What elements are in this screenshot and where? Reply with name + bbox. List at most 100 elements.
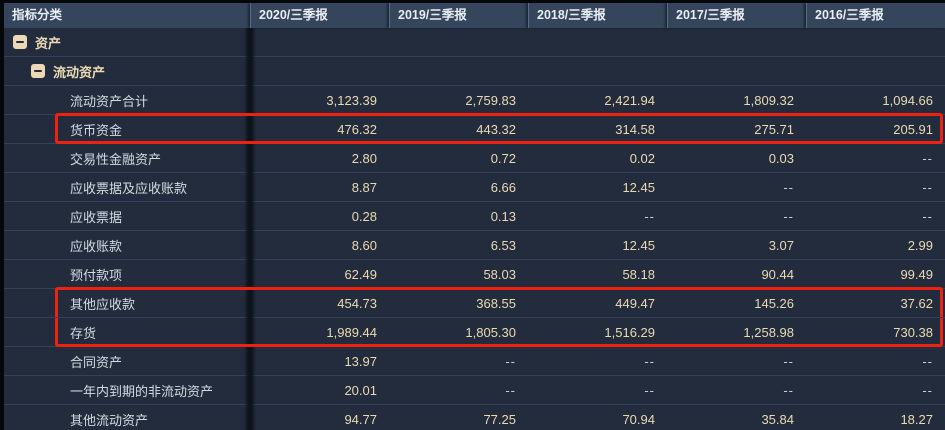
table-header-row: 指标分类 2020/三季报 2019/三季报 2018/三季报 2017/三季报… (4, 3, 945, 28)
cell-value: -- (806, 180, 945, 195)
cell-value: 18.27 (806, 412, 945, 427)
table-row[interactable]: 流动资产 (4, 57, 945, 86)
cell-value: 0.03 (667, 151, 806, 166)
cell-value: 2,421.94 (528, 93, 667, 108)
column-header-period-2017[interactable]: 2017/三季报 (667, 3, 806, 28)
collapse-minus-icon[interactable] (13, 35, 27, 49)
cell-value: 1,809.32 (667, 93, 806, 108)
cell-value: 314.58 (528, 122, 667, 137)
cell-value: 62.49 (250, 267, 389, 282)
cell-value: 3.07 (667, 238, 806, 253)
cell-value: 35.84 (667, 412, 806, 427)
cell-value: 94.77 (250, 412, 389, 427)
cell-value: -- (806, 209, 945, 224)
cell-value: -- (667, 180, 806, 195)
row-label: 应收票据 (70, 207, 122, 226)
column-header-indicator-category: 指标分类 (4, 3, 250, 28)
column-header-period-2018[interactable]: 2018/三季报 (528, 3, 667, 28)
table-row[interactable]: 资产 (4, 28, 945, 57)
cell-value: 0.13 (389, 209, 528, 224)
cell-value: -- (528, 209, 667, 224)
minus-glyph (16, 41, 24, 43)
cell-value: 443.32 (389, 122, 528, 137)
table-row[interactable]: 预付款项62.4958.0358.1890.4499.49 (4, 260, 945, 289)
table-row[interactable]: 其他应收款454.73368.55449.47145.2637.62 (4, 289, 945, 318)
column-header-period-2016[interactable]: 2016/三季报 (806, 3, 945, 28)
cell-value: 12.45 (528, 180, 667, 195)
cell-value: 12.45 (528, 238, 667, 253)
cell-value: 1,989.44 (250, 325, 389, 340)
row-label-cell: 交易性金融资产 (4, 149, 250, 168)
table-row[interactable]: 存货1,989.441,805.301,516.291,258.98730.38 (4, 318, 945, 347)
row-label-cell: 应收账款 (4, 236, 250, 255)
table-row[interactable]: 其他流动资产 94.7777.2570.9435.8418.27 (4, 405, 945, 430)
cell-value: -- (806, 383, 945, 398)
row-label-cell: 流动资产 (4, 62, 250, 81)
cell-value: 3,123.39 (250, 93, 389, 108)
cell-value: 70.94 (528, 412, 667, 427)
table-row[interactable]: 应收票据及应收账款8.876.6612.45---- (4, 173, 945, 202)
cell-value: 90.44 (667, 267, 806, 282)
cell-value: 730.38 (806, 325, 945, 340)
row-label-cell: 存货 (4, 323, 250, 342)
row-label: 资产 (35, 33, 61, 52)
row-label: 应收票据及应收账款 (70, 178, 187, 197)
cell-value: 1,258.98 (667, 325, 806, 340)
cell-value: 2,759.83 (389, 93, 528, 108)
cell-value: 0.02 (528, 151, 667, 166)
row-label: 货币资金 (70, 120, 122, 139)
row-label-cell: 一年内到期的非流动资产 (4, 381, 250, 400)
cell-value: 2.80 (250, 151, 389, 166)
row-label-cell: 应收票据及应收账款 (4, 178, 250, 197)
table-row[interactable]: 一年内到期的非流动资产20.01-------- (4, 376, 945, 405)
table-row[interactable]: 交易性金融资产2.800.720.020.03-- (4, 144, 945, 173)
cell-value: 13.97 (250, 354, 389, 369)
column-header-period-2020[interactable]: 2020/三季报 (250, 3, 389, 28)
row-label-cell: 流动资产合计 (4, 91, 250, 110)
row-label: 一年内到期的非流动资产 (70, 381, 213, 400)
cell-value: -- (806, 354, 945, 369)
column-header-period-2019[interactable]: 2019/三季报 (389, 3, 528, 28)
row-label-cell: 其他应收款 (4, 294, 250, 313)
cell-value: 449.47 (528, 296, 667, 311)
row-label-cell: 预付款项 (4, 265, 250, 284)
table-row[interactable]: 应收票据0.280.13------ (4, 202, 945, 231)
cell-value: 145.26 (667, 296, 806, 311)
table-row[interactable]: 应收账款8.606.5312.453.072.99 (4, 231, 945, 260)
row-label: 其他应收款 (70, 294, 135, 313)
cell-value: -- (667, 383, 806, 398)
balance-sheet-grid: 指标分类 2020/三季报 2019/三季报 2018/三季报 2017/三季报… (4, 3, 945, 430)
cell-value: 476.32 (250, 122, 389, 137)
cell-value: 1,094.66 (806, 93, 945, 108)
cell-value: 77.25 (389, 412, 528, 427)
row-label-cell: 合同资产 (4, 352, 250, 371)
row-label: 其他流动资产 (70, 410, 148, 429)
cell-value: 0.28 (250, 209, 389, 224)
row-label-cell: 货币资金 (4, 120, 250, 139)
cell-value: 454.73 (250, 296, 389, 311)
cell-value: 1,805.30 (389, 325, 528, 340)
table-row[interactable]: 合同资产13.97-------- (4, 347, 945, 376)
cell-value: -- (528, 354, 667, 369)
row-label-cell: 应收票据 (4, 207, 250, 226)
table-body: 资产流动资产流动资产合计3,123.392,759.832,421.941,80… (4, 28, 945, 430)
collapse-minus-icon[interactable] (31, 64, 45, 78)
row-label: 应收账款 (70, 236, 122, 255)
cell-value: -- (667, 354, 806, 369)
cell-value: 99.49 (806, 267, 945, 282)
cell-value: -- (667, 209, 806, 224)
cell-value: -- (528, 383, 667, 398)
table-row[interactable]: 货币资金476.32443.32314.58275.71205.91 (4, 115, 945, 144)
minus-glyph (34, 70, 42, 72)
cell-value: 58.18 (528, 267, 667, 282)
cell-value: 20.01 (250, 383, 389, 398)
table-row[interactable]: 流动资产合计3,123.392,759.832,421.941,809.321,… (4, 86, 945, 115)
cell-value: 8.60 (250, 238, 389, 253)
cell-value: 2.99 (806, 238, 945, 253)
cell-value: -- (389, 354, 528, 369)
cell-value: 58.03 (389, 267, 528, 282)
cell-value: 0.72 (389, 151, 528, 166)
cell-value: 368.55 (389, 296, 528, 311)
cell-value: 205.91 (806, 122, 945, 137)
cell-value: -- (806, 151, 945, 166)
